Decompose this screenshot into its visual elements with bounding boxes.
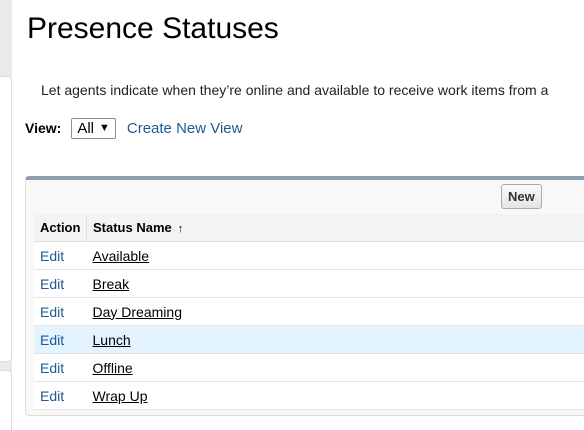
new-button[interactable]: New	[501, 184, 542, 209]
column-header-action: Action	[34, 214, 87, 242]
sort-ascending-icon: ↑	[177, 223, 184, 235]
create-new-view-link[interactable]: Create New View	[127, 120, 243, 137]
edit-link[interactable]: Edit	[40, 332, 64, 348]
status-name-cell: Day Dreaming	[86, 297, 584, 326]
edit-link[interactable]: Edit	[40, 304, 64, 320]
edit-link[interactable]: Edit	[40, 360, 64, 376]
status-name-cell: Lunch	[86, 325, 584, 354]
table-row: Edit Lunch	[34, 325, 584, 354]
edit-link[interactable]: Edit	[40, 276, 64, 292]
status-name-link[interactable]: Lunch	[93, 332, 131, 348]
left-side-panel-lower	[0, 370, 12, 430]
column-header-status-name[interactable]: Status Name ↑	[86, 214, 584, 242]
status-name-link[interactable]: Day Dreaming	[93, 304, 182, 320]
action-cell: Edit	[34, 269, 87, 298]
status-name-link[interactable]: Available	[93, 248, 150, 264]
column-header-status-name-label: Status Name	[93, 220, 172, 235]
status-table: Action Status Name ↑ Edit Available Edit …	[34, 214, 584, 410]
page-description: Let agents indicate when they’re online …	[41, 82, 549, 98]
view-select-value: All	[77, 119, 94, 137]
status-name-cell: Offline	[86, 353, 584, 382]
edit-link[interactable]: Edit	[40, 388, 64, 404]
left-side-panel	[0, 76, 12, 362]
table-row: Edit Wrap Up	[34, 381, 584, 410]
list-panel: New Action Status Name ↑ Edit Available E…	[25, 176, 584, 416]
action-cell: Edit	[34, 241, 87, 270]
status-name-cell: Wrap Up	[86, 381, 584, 410]
view-label: View:	[25, 120, 62, 136]
action-cell: Edit	[34, 325, 87, 354]
status-name-link[interactable]: Offline	[93, 360, 133, 376]
status-name-link[interactable]: Wrap Up	[93, 388, 148, 404]
status-name-link[interactable]: Break	[93, 276, 130, 292]
table-row: Edit Available	[34, 241, 584, 270]
view-select[interactable]: All ▼	[71, 117, 116, 139]
table-row: Edit Break	[34, 269, 584, 298]
action-cell: Edit	[34, 381, 87, 410]
table-row: Edit Day Dreaming	[34, 297, 584, 326]
status-name-cell: Available	[86, 241, 584, 270]
view-selector-row: View: All ▼ Create New View	[25, 116, 242, 140]
action-cell: Edit	[34, 353, 87, 382]
table-row: Edit Offline	[34, 353, 584, 382]
table-header-row: Action Status Name ↑	[34, 214, 584, 242]
status-name-cell: Break	[86, 269, 584, 298]
action-cell: Edit	[34, 297, 87, 326]
page-title: Presence Statuses	[27, 12, 279, 45]
edit-link[interactable]: Edit	[40, 248, 64, 264]
chevron-down-icon: ▼	[98, 122, 110, 134]
